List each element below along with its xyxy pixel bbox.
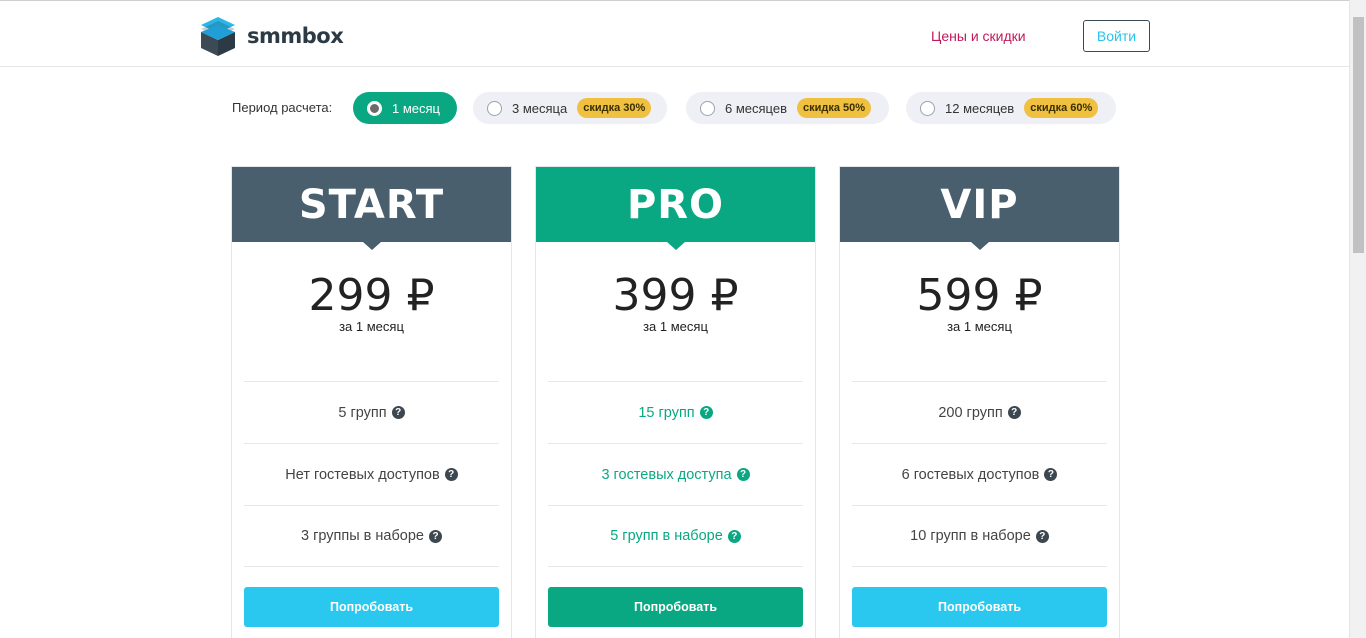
feature-text: Нет гостевых доступов: [285, 466, 440, 483]
feature-text: 5 групп: [338, 404, 387, 421]
feature-text: 15 групп: [638, 404, 695, 421]
plan-card-vip: VIP 599 ₽ за 1 месяц 200 групп ? 6 госте…: [839, 166, 1120, 638]
feature-text: 6 гостевых доступов: [901, 466, 1040, 483]
site-header: smmbox Цены и скидки Войти: [0, 0, 1349, 67]
plan-price: 399 ₽: [612, 270, 739, 321]
plan-header: VIP: [840, 167, 1119, 250]
period-option-6-months[interactable]: 6 месяцев скидка 50%: [686, 92, 889, 124]
help-icon[interactable]: ?: [736, 468, 750, 481]
plan-period: за 1 месяц: [339, 319, 404, 334]
plan-price: 299 ₽: [308, 270, 435, 321]
plan-period: за 1 месяц: [947, 319, 1012, 334]
plan-header: START: [232, 167, 511, 250]
login-button[interactable]: Войти: [1083, 20, 1150, 52]
plan-price: 599 ₽: [916, 270, 1043, 321]
help-icon[interactable]: ?: [429, 529, 442, 543]
try-button-start[interactable]: Попробовать: [244, 587, 499, 627]
plan-period: за 1 месяц: [643, 319, 708, 334]
feature-row: 6 гостевых доступов ?: [852, 443, 1107, 505]
plan-features: 200 групп ? 6 гостевых доступов ? 10 гру…: [852, 381, 1107, 567]
help-icon[interactable]: ?: [1007, 406, 1021, 419]
nav-link-prices[interactable]: Цены и скидки: [931, 28, 1026, 44]
period-label: Период расчета:: [232, 100, 333, 115]
radio-selected-icon[interactable]: [367, 100, 382, 116]
help-icon[interactable]: ?: [727, 529, 741, 543]
help-icon[interactable]: ?: [699, 406, 713, 419]
discount-badge: скидка 60%: [1024, 98, 1099, 118]
period-option-3-months[interactable]: 3 месяца скидка 30%: [473, 92, 667, 124]
feature-row: 5 групп ?: [244, 381, 499, 443]
logo-text: smmbox: [247, 24, 344, 48]
feature-row: 3 гостевых доступа ?: [548, 443, 803, 505]
feature-text: 5 групп в наборе: [610, 528, 723, 544]
discount-badge: скидка 50%: [797, 98, 872, 118]
feature-text: 10 групп в наборе: [910, 528, 1031, 544]
plan-name: PRO: [626, 181, 725, 228]
radio-icon[interactable]: [487, 100, 502, 116]
plan-name: START: [298, 181, 445, 228]
plan-card-start: START 299 ₽ за 1 месяц 5 групп ? Нет гос…: [231, 166, 512, 638]
help-icon[interactable]: ?: [1035, 529, 1049, 543]
feature-row: 15 групп ?: [548, 381, 803, 443]
radio-icon[interactable]: [700, 100, 715, 116]
feature-text: 3 группы в наборе: [301, 528, 424, 544]
feature-row: 3 группы в наборе ?: [244, 505, 499, 567]
period-option-label: 12 месяцев: [945, 100, 1015, 116]
period-option-1-month[interactable]: 1 месяц: [353, 92, 457, 124]
plan-features: 15 групп ? 3 гостевых доступа ? 5 групп …: [548, 381, 803, 567]
period-option-label: 1 месяц: [392, 100, 440, 116]
period-option-12-months[interactable]: 12 месяцев скидка 60%: [906, 92, 1116, 124]
period-option-label: 3 месяца: [512, 100, 568, 116]
scrollbar-thumb[interactable]: [1353, 17, 1364, 253]
try-button-pro[interactable]: Попробовать: [548, 587, 803, 627]
logo-box-icon: [201, 17, 235, 56]
feature-row: 200 групп ?: [852, 381, 1107, 443]
feature-row: 10 групп в наборе ?: [852, 505, 1107, 567]
feature-text: 200 групп: [938, 404, 1003, 421]
plan-header: PRO: [536, 167, 815, 250]
feature-text: 3 гостевых доступа: [601, 466, 732, 483]
try-button-vip[interactable]: Попробовать: [852, 587, 1107, 627]
plan-features: 5 групп ? Нет гостевых доступов ? 3 груп…: [244, 381, 499, 567]
plan-card-pro: PRO 399 ₽ за 1 месяц 15 групп ? 3 гостев…: [535, 166, 816, 638]
feature-row: Нет гостевых доступов ?: [244, 443, 499, 505]
logo[interactable]: smmbox: [199, 16, 344, 56]
help-icon[interactable]: ?: [391, 406, 405, 419]
feature-row: 5 групп в наборе ?: [548, 505, 803, 567]
discount-badge: скидка 30%: [577, 98, 652, 118]
help-icon[interactable]: ?: [1044, 468, 1058, 481]
plan-name: VIP: [940, 181, 1019, 228]
page-scrollbar[interactable]: [1349, 0, 1366, 638]
help-icon[interactable]: ?: [444, 468, 458, 481]
radio-icon[interactable]: [920, 100, 935, 116]
period-option-label: 6 месяцев: [725, 100, 787, 116]
